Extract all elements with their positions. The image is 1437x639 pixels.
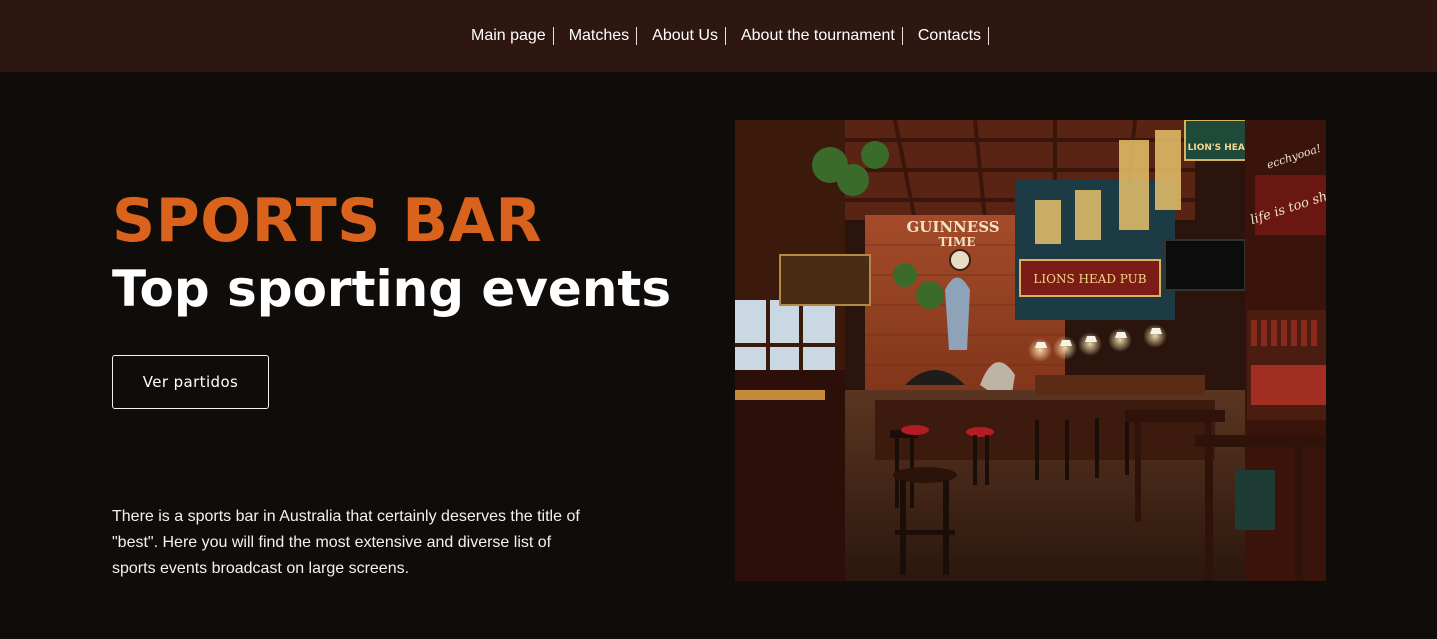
hero-section: SPORTS BAR Top sporting events Ver parti… (0, 72, 1437, 639)
lions-head-sign (1184, 120, 1256, 161)
wall-clock (949, 249, 971, 271)
nav-link-about-tournament[interactable]: About the tournament (734, 27, 903, 45)
view-matches-button[interactable]: Ver partidos (112, 355, 269, 409)
time-sign: TIME (939, 235, 976, 249)
wall-tv (1164, 239, 1246, 291)
foreground-booth (735, 370, 845, 581)
nav-link-matches[interactable]: Matches (562, 27, 638, 45)
nav-link-about-us[interactable]: About Us (645, 27, 726, 45)
back-bar-shelf (1035, 375, 1205, 395)
left-signboard (779, 254, 871, 306)
main-nav: Main page Matches About Us About the tou… (464, 27, 997, 45)
hero-eyebrow: SPORTS BAR (112, 186, 543, 256)
mural-figure (945, 277, 970, 350)
hero-description: There is a sports bar in Australia that … (112, 508, 580, 577)
nav-link-contacts[interactable]: Contacts (911, 27, 990, 45)
bookshelves (1247, 310, 1326, 420)
bar-interior-illustration: GUINNESS TIME LIONS HEAD PUB LION'S HEAD… (735, 120, 1326, 581)
pub-sign-text: LIONS HEAD PUB (1033, 272, 1146, 286)
guinness-sign: GUINNESS (906, 218, 999, 236)
hero-headline: Top sporting events (112, 260, 672, 318)
top-navigation-bar: Main page Matches About Us About the tou… (0, 0, 1437, 72)
lions-head-sign-text: LION'S HEAD (1188, 143, 1253, 153)
sports-bar-photo: GUINNESS TIME LIONS HEAD PUB LION'S HEAD… (735, 120, 1326, 581)
brass-rail (735, 390, 825, 400)
nav-link-main-page[interactable]: Main page (464, 27, 554, 45)
